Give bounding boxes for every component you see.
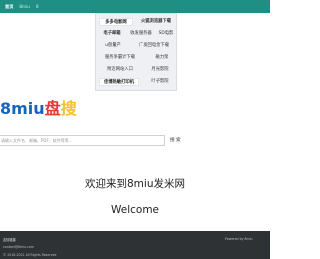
footer-title: 友情链接 <box>3 238 16 242</box>
site-logo[interactable]: 8miu盘搜 <box>0 100 77 118</box>
dropdown-item[interactable]: 磁力架 <box>148 54 176 62</box>
welcome-heading-cn: 欢迎来到8miu发米网 <box>85 178 185 190</box>
dropdown-item[interactable]: 收发服务器 <box>126 30 156 38</box>
dropdown-menu: 多多电影网 火狐浏览器下载 电子邮箱 收发服务器 SD电影 u盘量产 广发回电金… <box>95 13 177 91</box>
footer-copyright: © 2016-2021 All Rights Reserved <box>3 253 57 257</box>
search-button[interactable]: 搜 索 <box>170 135 181 146</box>
nav-extra[interactable]: 8 <box>36 0 39 13</box>
dropdown-item[interactable]: 电子邮箱 <box>98 30 126 38</box>
dropdown-item[interactable]: 广发回电金下载 <box>132 42 176 50</box>
dropdown-item[interactable]: 佳博热敏打印机 <box>99 78 139 86</box>
dropdown-item[interactable]: u盘量产 <box>98 42 128 50</box>
welcome-heading-en: Welcome <box>110 204 160 216</box>
dropdown-item[interactable]: 叶子影院 <box>144 78 176 86</box>
footer-email[interactable]: contact@8miu.com <box>3 245 34 249</box>
dropdown-item[interactable]: 多多电影网 <box>99 18 133 26</box>
search-input[interactable]: 请输入文件名、邮箱、PDF、软件等等... <box>0 135 165 146</box>
dropdown-item[interactable]: 服务争霸计下载 <box>98 54 142 62</box>
footer-right-text: Powered by 8miu <box>225 237 253 241</box>
logo-text-sou: 搜 <box>60 99 77 118</box>
dropdown-item[interactable]: 月光影院 <box>144 66 176 74</box>
top-navbar: 首页 8miu 8 <box>0 0 270 13</box>
nav-home[interactable]: 首页 <box>5 0 13 13</box>
nav-site[interactable]: 8miu <box>19 0 30 13</box>
logo-text-8miu: 8miu <box>0 99 45 118</box>
dropdown-item[interactable]: 火狐浏览器下载 <box>136 18 176 26</box>
dropdown-item[interactable]: 附近网站入口 <box>98 66 142 74</box>
logo-text-pan: 盘 <box>44 99 61 118</box>
dropdown-item[interactable]: SD电影 <box>156 30 176 38</box>
footer: 友情链接 contact@8miu.com © 2016-2021 All Ri… <box>0 231 270 259</box>
